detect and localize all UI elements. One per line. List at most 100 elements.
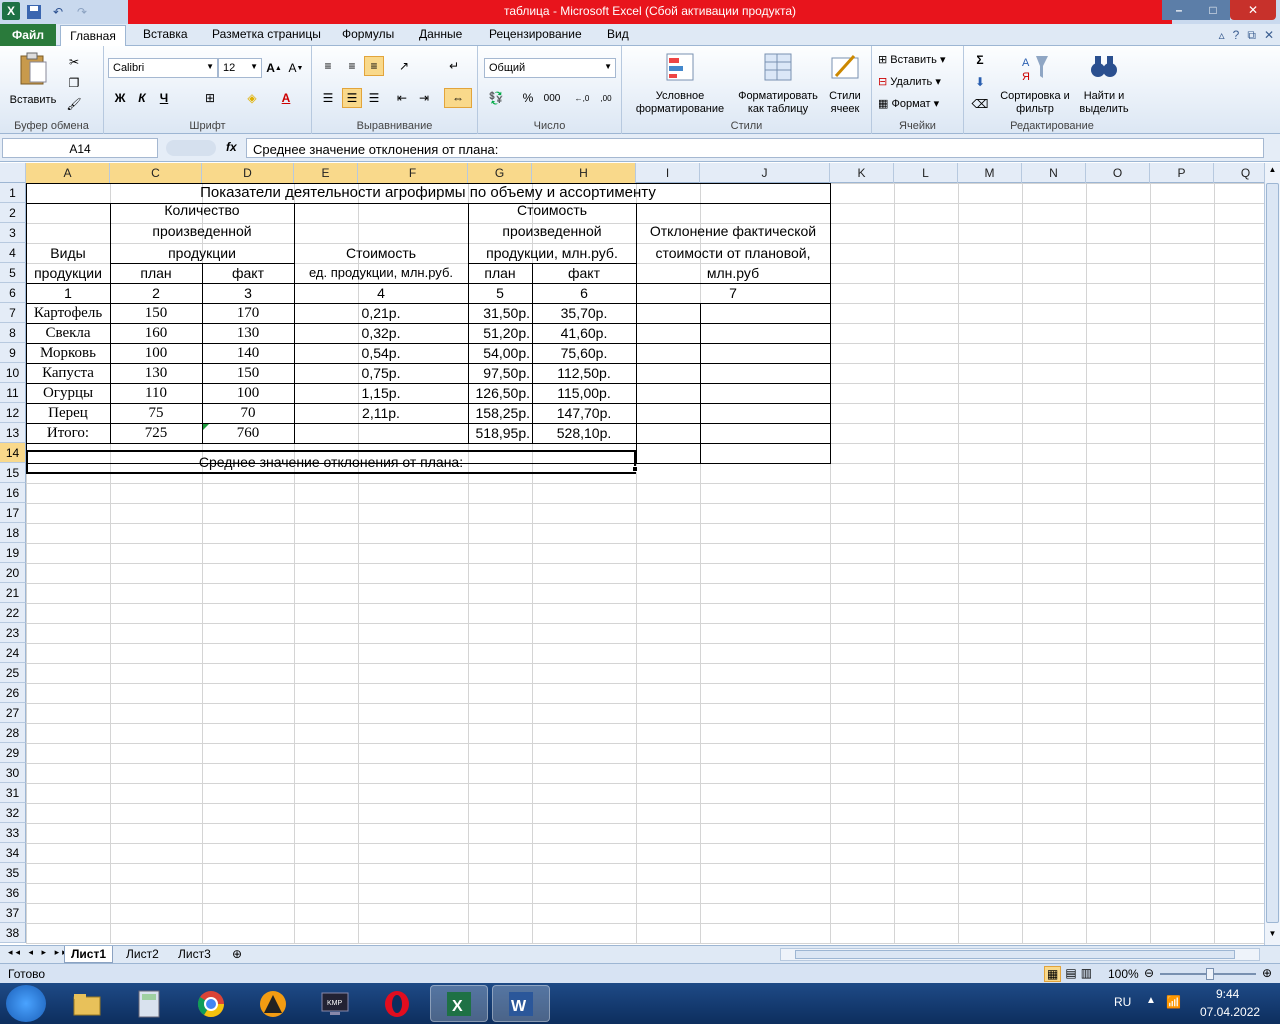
column-header[interactable]: M bbox=[958, 163, 1022, 183]
header-quantity[interactable]: продукции bbox=[110, 243, 294, 263]
column-header[interactable]: K bbox=[830, 163, 894, 183]
data-row-cell[interactable]: Огурцы bbox=[26, 383, 110, 403]
data-row-cell[interactable]: 100 bbox=[110, 343, 202, 363]
wrap-text-icon[interactable]: ↵ bbox=[444, 56, 464, 76]
orientation-icon[interactable]: ↗ bbox=[394, 56, 414, 76]
row-header[interactable]: 7 bbox=[0, 303, 26, 323]
data-row-cell[interactable]: 1,15р. bbox=[294, 383, 468, 403]
decrease-decimal-icon[interactable]: ,00 bbox=[596, 88, 616, 108]
number-format-combo[interactable]: Общий ▼ bbox=[484, 58, 616, 78]
data-row-cell[interactable]: 70 bbox=[202, 403, 294, 423]
header-kind[interactable]: продукции bbox=[26, 263, 110, 283]
data-row-cell[interactable]: 75 bbox=[110, 403, 202, 423]
decrease-indent-icon[interactable]: ⇤ bbox=[392, 88, 412, 108]
word-taskbar-icon[interactable]: W bbox=[492, 985, 550, 1022]
column-header[interactable]: N bbox=[1022, 163, 1086, 183]
align-center-icon[interactable]: ☰ bbox=[342, 88, 362, 108]
start-button[interactable] bbox=[6, 985, 46, 1022]
save-icon[interactable] bbox=[24, 2, 44, 22]
column-header[interactable]: G bbox=[468, 163, 532, 183]
row-header[interactable]: 38 bbox=[0, 923, 26, 943]
scroll-thumb[interactable] bbox=[1266, 183, 1279, 923]
merge-center-icon[interactable]: ⇔ bbox=[444, 88, 472, 108]
row-header[interactable]: 37 bbox=[0, 903, 26, 923]
data-row-cell[interactable]: 150 bbox=[202, 363, 294, 383]
percent-button[interactable]: % bbox=[518, 88, 538, 108]
header-deviation[interactable]: стоимости от плановой, bbox=[636, 243, 830, 263]
header-unit-price[interactable]: Стоимость bbox=[294, 243, 468, 263]
row-header[interactable]: 5 bbox=[0, 263, 26, 283]
minimize-button[interactable]: – bbox=[1162, 0, 1196, 20]
column-header[interactable]: Q bbox=[1214, 163, 1264, 183]
column-header[interactable]: H bbox=[532, 163, 636, 183]
header-cost[interactable]: продукции, млн.руб. bbox=[468, 243, 636, 263]
sheet-tab-3[interactable]: Лист3 bbox=[172, 946, 217, 963]
row-header[interactable]: 22 bbox=[0, 603, 26, 623]
average-deviation-label[interactable]: Среднее значение отклонения от плана: bbox=[26, 450, 636, 474]
row-header[interactable]: 1 bbox=[0, 183, 26, 203]
column-header[interactable]: E bbox=[294, 163, 358, 183]
row-header[interactable]: 34 bbox=[0, 843, 26, 863]
kmplayer-icon[interactable]: KMP bbox=[306, 985, 364, 1022]
data-row-cell[interactable]: 150 bbox=[110, 303, 202, 323]
sort-filter-button[interactable]: АЯ Сортировка и фильтр bbox=[1000, 52, 1070, 116]
borders-icon[interactable]: ⊞ bbox=[200, 88, 220, 108]
column-header[interactable]: L bbox=[894, 163, 958, 183]
ribbon-collapse-icon[interactable]: ▵ bbox=[1219, 28, 1225, 43]
clock-date[interactable]: 07.04.2022 bbox=[1200, 1005, 1260, 1019]
column-header[interactable]: C bbox=[110, 163, 202, 183]
undo-icon[interactable]: ↶ bbox=[48, 2, 68, 22]
row-header[interactable]: 19 bbox=[0, 543, 26, 563]
row-header[interactable]: 11 bbox=[0, 383, 26, 403]
increase-indent-icon[interactable]: ⇥ bbox=[414, 88, 434, 108]
currency-icon[interactable]: 💱 bbox=[486, 88, 506, 108]
data-row-cell[interactable]: 35,70р. bbox=[532, 303, 636, 323]
vertical-scrollbar[interactable]: ▲ ▼ bbox=[1264, 163, 1280, 945]
row-header[interactable]: 14 bbox=[0, 443, 26, 463]
header-plan[interactable]: план bbox=[468, 263, 532, 283]
help-icon[interactable]: ? bbox=[1233, 28, 1240, 43]
fill-icon[interactable]: ⬇ bbox=[970, 72, 990, 92]
shrink-font-icon[interactable]: A ▼ bbox=[286, 58, 306, 78]
header-unit-price[interactable]: ед. продукции, млн.руб. bbox=[294, 263, 468, 283]
total-row-cell[interactable]: 518,95р. bbox=[468, 423, 532, 443]
data-row-cell[interactable]: Свекла bbox=[26, 323, 110, 343]
row-header[interactable]: 12 bbox=[0, 403, 26, 423]
row-header[interactable]: 36 bbox=[0, 883, 26, 903]
row-header[interactable]: 23 bbox=[0, 623, 26, 643]
row-header[interactable]: 15 bbox=[0, 463, 26, 483]
data-row-cell[interactable]: 31,50р. bbox=[468, 303, 532, 323]
header-deviation[interactable]: Отклонение фактической bbox=[636, 221, 830, 241]
underline-button[interactable]: Ч bbox=[154, 88, 174, 108]
excel-logo-icon[interactable]: X bbox=[2, 2, 20, 20]
formula-input[interactable]: Среднее значение отклонения от плана: bbox=[246, 138, 1264, 158]
tab-review[interactable]: Рецензирование bbox=[489, 27, 582, 41]
column-header[interactable]: F bbox=[358, 163, 468, 183]
tab-file[interactable]: Файл bbox=[0, 24, 56, 46]
language-indicator[interactable]: RU bbox=[1114, 995, 1131, 1009]
clock-time[interactable]: 9:44 bbox=[1216, 987, 1239, 1001]
data-row-cell[interactable]: Капуста bbox=[26, 363, 110, 383]
data-row-cell[interactable]: 51,20р. bbox=[468, 323, 532, 343]
column-number[interactable]: 1 bbox=[26, 283, 110, 303]
row-header[interactable]: 21 bbox=[0, 583, 26, 603]
sheet-tab-1[interactable]: Лист1 bbox=[64, 946, 114, 963]
bold-button[interactable]: Ж bbox=[110, 88, 130, 108]
format-as-table-button[interactable]: Форматировать как таблицу bbox=[730, 52, 826, 116]
row-header[interactable]: 8 bbox=[0, 323, 26, 343]
data-row-cell[interactable]: 0,54р. bbox=[294, 343, 468, 363]
data-row-cell[interactable]: 112,50р. bbox=[532, 363, 636, 383]
row-header[interactable]: 28 bbox=[0, 723, 26, 743]
data-row-cell[interactable]: 130 bbox=[110, 363, 202, 383]
column-header[interactable]: O bbox=[1086, 163, 1150, 183]
total-row-cell[interactable]: 528,10р. bbox=[532, 423, 636, 443]
redo-icon[interactable]: ↷ bbox=[72, 2, 92, 22]
sheet-nav-icon[interactable]: ◂◂ ◂ ▸ ▸▸ bbox=[8, 947, 70, 958]
header-quantity[interactable]: произведенной bbox=[110, 221, 294, 241]
restore-icon[interactable]: ⧉ bbox=[1247, 28, 1256, 43]
header-cost[interactable]: Стоимость bbox=[468, 200, 636, 220]
zoom-in-icon[interactable]: ⊕ bbox=[1262, 966, 1272, 980]
data-row-cell[interactable]: 2,11р. bbox=[294, 403, 468, 423]
normal-view-icon[interactable]: ▦ bbox=[1044, 966, 1062, 982]
delete-cells-button[interactable]: ⊟ Удалить ▾ bbox=[878, 76, 941, 89]
